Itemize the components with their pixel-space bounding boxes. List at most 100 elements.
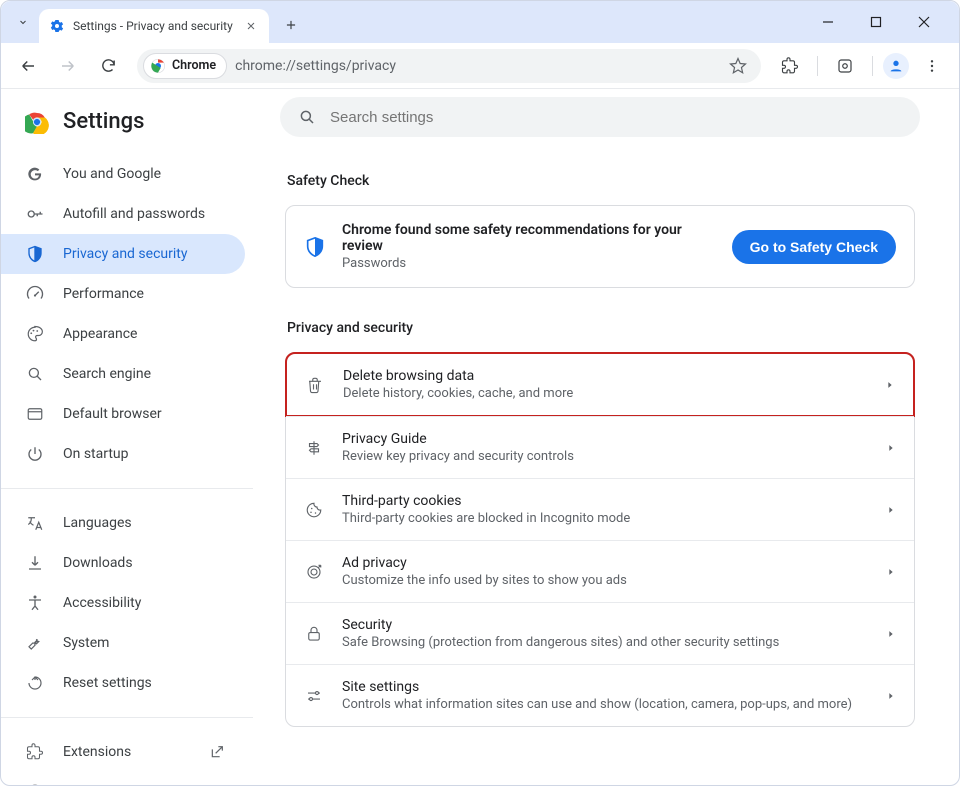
settings-title: Settings <box>63 109 144 134</box>
search-icon <box>298 108 316 126</box>
download-icon <box>25 553 45 573</box>
tabs-dropdown-button[interactable] <box>7 7 39 37</box>
row-sub: Review key privacy and security controls <box>342 449 868 464</box>
lens-button[interactable] <box>828 49 862 83</box>
sidebar-item-downloads[interactable]: Downloads <box>1 543 245 583</box>
sidebar-item-languages[interactable]: Languages <box>1 503 245 543</box>
signpost-icon <box>304 438 324 458</box>
main-content: Safety Check Chrome found some safety re… <box>253 89 959 785</box>
sidebar-item-label: Accessibility <box>63 595 141 611</box>
trash-icon <box>305 375 325 395</box>
extensions-button[interactable] <box>773 49 807 83</box>
sidebar: Settings You and Google Autofill and pas… <box>1 89 253 785</box>
sidebar-item-label: System <box>63 635 109 651</box>
window-close-button[interactable] <box>909 7 939 37</box>
sidebar-item-label: Reset settings <box>63 675 152 691</box>
sidebar-item-label: Languages <box>63 515 132 531</box>
target-icon <box>304 562 324 582</box>
accessibility-icon <box>25 593 45 613</box>
close-tab-icon[interactable] <box>243 18 259 34</box>
sidebar-item-appearance[interactable]: Appearance <box>1 314 245 354</box>
omnibox[interactable]: Chrome chrome://settings/privacy <box>137 49 761 83</box>
sidebar-item-you-and-google[interactable]: You and Google <box>1 154 245 194</box>
safety-sub: Passwords <box>342 256 716 271</box>
sidebar-item-label: Downloads <box>63 555 133 571</box>
safety-check-card: Chrome found some safety recommendations… <box>285 205 915 288</box>
chrome-logo-icon <box>25 110 49 134</box>
bookmark-star-icon[interactable] <box>729 57 747 75</box>
speedometer-icon <box>25 284 45 304</box>
chevron-right-icon <box>885 380 895 390</box>
row-sub: Customize the info used by sites to show… <box>342 573 868 588</box>
settings-search-input[interactable] <box>330 109 902 126</box>
sidebar-item-about[interactable]: About Chrome <box>1 772 245 785</box>
row-title: Privacy Guide <box>342 431 868 447</box>
chevron-right-icon <box>886 629 896 639</box>
shield-icon <box>25 244 45 264</box>
maximize-button[interactable] <box>861 7 891 37</box>
sidebar-item-on-startup[interactable]: On startup <box>1 434 245 474</box>
row-privacy-guide[interactable]: Privacy Guide Review key privacy and sec… <box>286 416 914 478</box>
sidebar-item-autofill[interactable]: Autofill and passwords <box>1 194 245 234</box>
omnibox-url: chrome://settings/privacy <box>235 58 721 74</box>
palette-icon <box>25 324 45 344</box>
row-sub: Controls what information sites can use … <box>342 697 868 712</box>
row-delete-browsing-data[interactable]: Delete browsing data Delete history, coo… <box>285 352 915 417</box>
sidebar-item-reset[interactable]: Reset settings <box>1 663 245 703</box>
chevron-right-icon <box>886 505 896 515</box>
titlebar: Settings - Privacy and security <box>1 1 959 43</box>
new-tab-button[interactable] <box>277 11 305 39</box>
privacy-heading: Privacy and security <box>287 320 915 336</box>
chevron-right-icon <box>886 691 896 701</box>
privacy-list-card: Delete browsing data Delete history, coo… <box>285 352 915 727</box>
translate-icon <box>25 513 45 533</box>
back-button[interactable] <box>11 49 45 83</box>
sidebar-item-label: Autofill and passwords <box>63 206 205 222</box>
minimize-button[interactable] <box>813 7 843 37</box>
separator <box>872 56 873 76</box>
row-title: Security <box>342 617 868 633</box>
search-icon <box>25 364 45 384</box>
sidebar-item-extensions[interactable]: Extensions <box>1 732 245 772</box>
row-third-party-cookies[interactable]: Third-party cookies Third-party cookies … <box>286 478 914 540</box>
row-title: Site settings <box>342 679 868 695</box>
sidebar-item-default-browser[interactable]: Default browser <box>1 394 245 434</box>
row-title: Ad privacy <box>342 555 868 571</box>
sidebar-item-search-engine[interactable]: Search engine <box>1 354 245 394</box>
sidebar-item-privacy[interactable]: Privacy and security <box>1 234 245 274</box>
row-sub: Delete history, cookies, cache, and more <box>343 386 867 401</box>
external-link-icon <box>209 744 225 760</box>
toolbar: Chrome chrome://settings/privacy <box>1 43 959 89</box>
row-title: Delete browsing data <box>343 368 867 384</box>
sidebar-item-label: About Chrome <box>63 784 153 785</box>
sidebar-item-performance[interactable]: Performance <box>1 274 245 314</box>
sidebar-item-label: Search engine <box>63 366 151 382</box>
separator <box>817 56 818 76</box>
extension-icon <box>25 742 45 762</box>
reload-button[interactable] <box>91 49 125 83</box>
safety-check-heading: Safety Check <box>287 173 915 189</box>
separator <box>1 488 253 489</box>
omnibox-chip[interactable]: Chrome <box>143 53 227 79</box>
row-site-settings[interactable]: Site settings Controls what information … <box>286 664 914 726</box>
go-to-safety-check-button[interactable]: Go to Safety Check <box>732 230 896 264</box>
power-icon <box>25 444 45 464</box>
sidebar-item-accessibility[interactable]: Accessibility <box>1 583 245 623</box>
sidebar-item-label: You and Google <box>63 166 161 182</box>
row-security[interactable]: Security Safe Browsing (protection from … <box>286 602 914 664</box>
gear-icon <box>49 18 65 34</box>
separator <box>1 717 253 718</box>
menu-button[interactable] <box>915 49 949 83</box>
shield-icon <box>304 236 326 258</box>
safety-title: Chrome found some safety recommendations… <box>342 222 716 254</box>
profile-avatar[interactable] <box>883 53 909 79</box>
browser-tab[interactable]: Settings - Privacy and security <box>39 9 269 43</box>
settings-search[interactable] <box>280 97 920 137</box>
lock-icon <box>304 624 324 644</box>
forward-button[interactable] <box>51 49 85 83</box>
google-g-icon <box>25 164 45 184</box>
sidebar-item-system[interactable]: System <box>1 623 245 663</box>
row-sub: Third-party cookies are blocked in Incog… <box>342 511 868 526</box>
chrome-icon <box>150 58 166 74</box>
row-ad-privacy[interactable]: Ad privacy Customize the info used by si… <box>286 540 914 602</box>
